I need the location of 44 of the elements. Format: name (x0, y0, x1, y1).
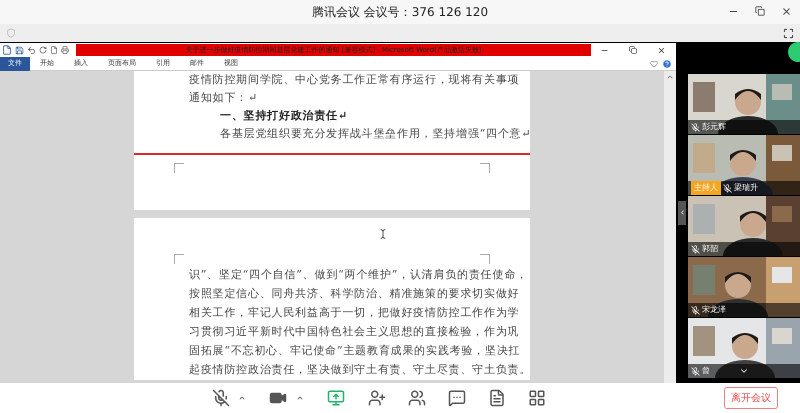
participant-name: 梁瑞升 (734, 183, 758, 193)
chat-button[interactable] (448, 389, 466, 407)
document-line: 起疫情防控政治责任，坚决做到守土有责、守土尽责、守土负责。 (189, 362, 532, 378)
share-screen-button[interactable] (326, 389, 346, 407)
leave-meeting-button[interactable]: 离开会议 (724, 387, 778, 409)
help-icon[interactable] (662, 58, 672, 68)
apps-button[interactable] (528, 389, 546, 407)
print-preview-icon[interactable] (61, 46, 69, 54)
document-line: 相关工作，牢记人民利益高于一切，把做好疫情防控工作作为学 (189, 305, 520, 322)
participant-name: 曾 (702, 366, 710, 376)
participant-name: 宋龙泽 (702, 305, 726, 315)
fullscreen-icon[interactable] (783, 28, 794, 38)
document-heading: 一、坚持打好政治责任↵ (220, 108, 348, 124)
host-badge: 主持人 (691, 181, 721, 195)
document-line: 通知如下：↵ (189, 90, 258, 106)
close-icon[interactable] (781, 6, 792, 17)
document-line: 固拓展“不忘初心、牢记使命”主题教育成果的实践考验，坚决扛 (189, 343, 520, 360)
mic-muted-button[interactable] (212, 389, 230, 407)
participant-name: 彭元辉 (702, 122, 726, 132)
scroll-up-icon[interactable] (666, 73, 674, 81)
scrollbar[interactable] (664, 71, 676, 383)
undo-icon[interactable] (27, 46, 36, 54)
caret-icon[interactable] (238, 394, 246, 402)
word-icon[interactable] (2, 45, 12, 55)
collapse-handle[interactable] (678, 200, 686, 224)
heart-icon[interactable] (650, 60, 658, 68)
restore-icon[interactable] (755, 6, 765, 16)
caret-icon[interactable] (296, 394, 304, 402)
window-title: 腾讯会议 会议号：376 126 120 (312, 4, 488, 21)
invite-button[interactable] (368, 389, 386, 407)
document-line: 识”、坚定“四个自信”、做到“两个维护”，认清肩负的责任使命， (189, 267, 528, 284)
document-line: 疫情防控期间学院、中心党务工作正常有序运行，现将有关事项 (189, 72, 520, 88)
close-icon[interactable] (657, 46, 666, 54)
document-line: 习贯彻习近平新时代中国特色社会主义思想的直接检验，作为巩 (189, 324, 520, 340)
participant-name: 郭韶 (702, 244, 718, 254)
redo-icon[interactable] (39, 46, 47, 54)
save-icon[interactable] (15, 46, 24, 54)
document-line: 按照坚定信心、同舟共济、科学防治、精准施策的要求切实做好 (189, 286, 520, 302)
restore-icon[interactable] (629, 46, 637, 54)
documents-button[interactable] (488, 389, 506, 407)
members-button[interactable] (408, 389, 426, 407)
text-cursor-icon (378, 229, 388, 239)
new-document-icon[interactable] (50, 46, 58, 54)
document-line: 各基层党组织要充分发挥战斗堡垒作用，坚持增强“四个意↵ (220, 126, 532, 142)
